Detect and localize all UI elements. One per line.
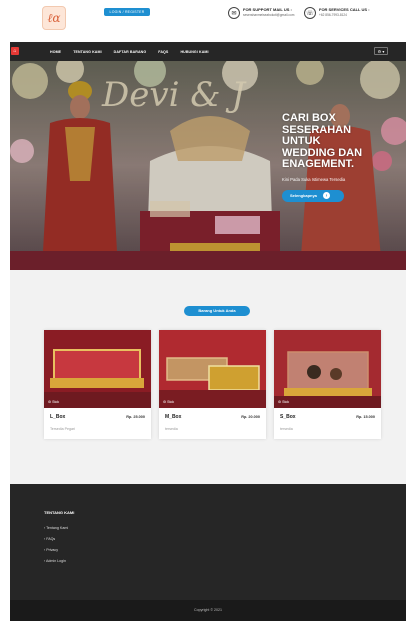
nav-item-faqs[interactable]: FAQS xyxy=(158,50,168,54)
brand-logo[interactable]: ℓα xyxy=(42,6,66,30)
stock-badge: ⚙ Stok xyxy=(48,400,60,404)
product-desc: tersedia xyxy=(165,427,178,431)
mail-icon: ✉ xyxy=(228,7,240,19)
home-icon[interactable]: ⌂ xyxy=(11,47,19,55)
services-contact: ☏ FOR SERVICES CALL US : +62 856-7993-81… xyxy=(304,7,370,19)
support-contact: ✉ FOR SUPPORT MAIL US : seserahanmeiseab… xyxy=(228,7,294,19)
product-price: Rp. 25.000 xyxy=(126,415,145,419)
product-image[interactable]: ⚙ Stok xyxy=(274,330,381,408)
section-title: Barang Untuk Anda xyxy=(184,306,250,316)
nav-item-home[interactable]: HOME xyxy=(50,50,61,54)
footer-link-tentang-kami[interactable]: › Tentang Kami xyxy=(44,526,68,530)
nav-item-hubungi-kami[interactable]: HUBUNGI KAMI xyxy=(180,50,208,54)
top-bar: ℓα LOGIN / REGISTER ✉ FOR SUPPORT MAIL U… xyxy=(0,0,406,40)
product-card-s-box[interactable]: ⚙ Stok S_Box Rp. 15.000 tersedia xyxy=(274,330,381,439)
hero-title: CARI BOX SESERAHAN UNTUK WEDDING DAN ENA… xyxy=(282,112,402,171)
services-phone[interactable]: +62 856-7993-8124 xyxy=(319,13,370,17)
products-section: Barang Untuk Anda ⚙ Stok L_Box Rp. 25.00… xyxy=(10,270,406,484)
hero-button-label: Selengkapnya xyxy=(290,193,317,198)
product-image[interactable]: ⚙ Stok xyxy=(44,330,151,408)
hero-subtitle: Kini Pada Suka Istimewa Tersedia xyxy=(282,176,346,182)
product-price: Rp. 20.000 xyxy=(241,415,260,419)
hero-more-button[interactable]: Selengkapnya › xyxy=(282,189,344,202)
stock-badge-label: Stok xyxy=(282,400,290,404)
copyright: Copyright © 2021 xyxy=(10,600,406,621)
nav-item-daftar-barang[interactable]: DAFTAR BARANG xyxy=(114,50,147,54)
footer-link-label: Admin Login xyxy=(46,559,66,563)
arrow-right-icon: › xyxy=(322,192,330,199)
footer-link-admin-login[interactable]: › Admin Login xyxy=(44,559,68,563)
support-title: FOR SUPPORT MAIL US : xyxy=(243,7,292,12)
product-card-body: M_Box Rp. 20.000 tersedia xyxy=(159,408,266,439)
login-register-button[interactable]: LOGIN / REGISTER xyxy=(104,8,150,16)
product-card-m-box[interactable]: ⚙ Stok M_Box Rp. 20.000 tersedia xyxy=(159,330,266,439)
services-title: FOR SERVICES CALL US : xyxy=(319,7,370,12)
nav-item-tentang-kami[interactable]: TENTANG KAMI xyxy=(73,50,101,54)
product-desc: Tersedia Pegari xyxy=(50,427,75,431)
product-desc: tersedia xyxy=(280,427,293,431)
hero-title-line: CARI BOX xyxy=(282,112,336,124)
hero-content: CARI BOX SESERAHAN UNTUK WEDDING DAN ENA… xyxy=(282,112,402,202)
hero-banner: Devi & J CARI BOX SESERAHAN UNTUK WEDDIN… xyxy=(10,61,406,270)
stock-badge: ⚙ Stok xyxy=(163,400,175,404)
footer-link-privacy[interactable]: › Privacy xyxy=(44,548,68,552)
product-card-l-box[interactable]: ⚙ Stok L_Box Rp. 25.000 Tersedia Pegari xyxy=(44,330,151,439)
footer-link-label: FAQs xyxy=(46,537,56,541)
support-email[interactable]: seserahanmeiseabokoti@gmail.com xyxy=(243,13,294,17)
logo-mark: ℓα xyxy=(47,10,61,25)
hero-title-line: UNTUK xyxy=(282,135,321,147)
stock-badge-label: Stok xyxy=(52,400,60,404)
footer-link-label: Privacy xyxy=(46,548,58,552)
stock-badge: ⚙ Stok xyxy=(278,400,290,404)
footer-link-faqs[interactable]: › FAQs xyxy=(44,537,68,541)
product-price: Rp. 15.000 xyxy=(356,415,375,419)
product-card-body: L_Box Rp. 25.000 Tersedia Pegari xyxy=(44,408,151,439)
footer-links: › Tentang Kami › FAQs › Privacy › Admin … xyxy=(44,526,68,570)
product-image[interactable]: ⚙ Stok xyxy=(159,330,266,408)
product-card-body: S_Box Rp. 15.000 tersedia xyxy=(274,408,381,439)
footer: TENTANG KAMI › Tentang Kami › FAQs › Pri… xyxy=(10,484,406,600)
footer-link-label: Tentang Kami xyxy=(46,526,69,530)
user-menu-dropdown[interactable]: ⚙ ▾ xyxy=(374,47,388,55)
phone-icon: ☏ xyxy=(304,7,316,19)
main-navbar: ⌂ HOME TENTANG KAMI DAFTAR BARANG FAQS H… xyxy=(10,42,406,61)
stock-badge-label: Stok xyxy=(167,400,175,404)
nav-menu: HOME TENTANG KAMI DAFTAR BARANG FAQS HUB… xyxy=(50,42,221,61)
hero-title-line: ENAGEMENT. xyxy=(282,158,355,170)
footer-heading: TENTANG KAMI xyxy=(44,510,75,515)
